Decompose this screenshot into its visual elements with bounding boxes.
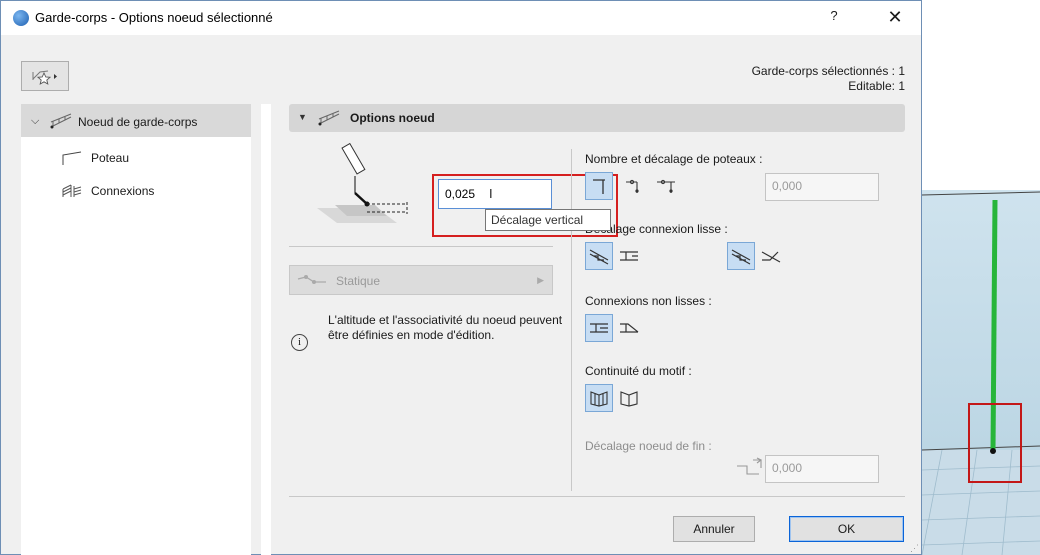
posts-offset-button[interactable] bbox=[619, 172, 647, 200]
static-dropdown[interactable]: Statique ▶ bbox=[289, 265, 553, 295]
divider bbox=[289, 246, 553, 247]
vertical-offset-tooltip: Décalage vertical bbox=[485, 209, 611, 231]
end-offset-icon bbox=[737, 457, 763, 475]
ok-button[interactable]: OK bbox=[789, 516, 904, 542]
divider bbox=[571, 149, 572, 491]
smooth-stair-icon bbox=[731, 249, 751, 265]
single-post-icon bbox=[593, 179, 605, 194]
chevron-down-icon[interactable]: ⌵ bbox=[31, 115, 39, 128]
railing-node-icon bbox=[317, 110, 341, 129]
selection-summary: Garde-corps sélectionnés : 1 Editable: 1 bbox=[752, 64, 905, 94]
non-smooth-option-1-button[interactable] bbox=[585, 314, 613, 342]
pattern-restart-icon bbox=[620, 391, 638, 407]
posts-label: Nombre et décalage de poteaux : bbox=[585, 152, 763, 166]
window-title: Garde-corps - Options noeud sélectionné bbox=[35, 10, 273, 25]
pattern-restart-button[interactable] bbox=[615, 384, 643, 412]
selected-count: Garde-corps sélectionnés : 1 bbox=[751, 64, 905, 78]
arrow-right-icon: ▶ bbox=[537, 275, 544, 285]
node-options-panel: ▼ Options noeud I Statique ▶ i bbox=[271, 104, 921, 555]
smooth-option-3-button[interactable] bbox=[727, 242, 755, 270]
railing-node-icon bbox=[49, 113, 73, 132]
close-button[interactable]: ✕ bbox=[877, 5, 913, 31]
smooth-option-2-button[interactable] bbox=[615, 242, 643, 270]
favorites-star-icon bbox=[32, 70, 57, 85]
help-button[interactable]: ? bbox=[819, 8, 849, 28]
resize-grip-icon[interactable]: ⋰ bbox=[910, 543, 919, 554]
pattern-continuous-button[interactable] bbox=[585, 384, 613, 412]
panel-splitter[interactable] bbox=[261, 104, 271, 555]
connections-icon bbox=[61, 183, 83, 202]
posts-double-offset-button[interactable] bbox=[653, 172, 681, 200]
non-smooth-option-2-button[interactable] bbox=[615, 314, 643, 342]
tree-item-label: Noeud de garde-corps bbox=[78, 115, 198, 129]
offset-post-icon bbox=[626, 179, 639, 193]
smooth-step-icon bbox=[620, 251, 638, 261]
options-dialog: Garde-corps - Options noeud sélectionné … bbox=[0, 0, 922, 555]
divider bbox=[289, 496, 905, 497]
double-offset-post-icon bbox=[657, 179, 675, 193]
non-smooth-slope-icon bbox=[620, 323, 639, 333]
title-bar: Garde-corps - Options noeud sélectionné … bbox=[1, 1, 921, 35]
cancel-button[interactable]: Annuler bbox=[673, 516, 755, 542]
non-smooth-connection-label: Connexions non lisses : bbox=[585, 294, 712, 308]
options-column: Nombre et décalage de poteaux : 0,000 Dé… bbox=[585, 104, 905, 504]
non-smooth-stair-icon bbox=[590, 323, 608, 333]
static-node-icon bbox=[296, 273, 330, 290]
editable-count: Editable: 1 bbox=[848, 79, 905, 93]
static-label: Statique bbox=[336, 274, 381, 288]
posts-offset-field[interactable]: 0,000 bbox=[765, 173, 879, 201]
favorites-button[interactable] bbox=[21, 61, 69, 91]
info-icon: i bbox=[291, 334, 308, 351]
end-node-offset-label: Décalage noeud de fin : bbox=[585, 439, 712, 453]
collapse-triangle-icon[interactable]: ▼ bbox=[298, 112, 307, 122]
smooth-option-1-button[interactable] bbox=[585, 242, 613, 270]
end-node-offset-field[interactable]: 0,000 bbox=[765, 455, 879, 483]
archicad-app-icon bbox=[13, 10, 29, 26]
post-icon bbox=[61, 150, 83, 169]
tree-item-label: Connexions bbox=[91, 184, 155, 198]
smooth-option-4-button[interactable] bbox=[757, 242, 785, 270]
info-text: L'altitude et l'associativité du noeud p… bbox=[328, 313, 563, 342]
smooth-slope-icon bbox=[761, 251, 781, 263]
tree-item-label: Poteau bbox=[91, 151, 130, 165]
settings-tree: ⌵ Noeud de garde-corps Poteau Connexions bbox=[21, 104, 251, 555]
smooth-stair-icon bbox=[589, 249, 609, 265]
node-offset-illustration bbox=[317, 142, 408, 223]
posts-single-button[interactable] bbox=[585, 172, 613, 200]
pattern-continuity-label: Continuité du motif : bbox=[585, 364, 692, 378]
pattern-continuous-icon bbox=[590, 391, 608, 407]
tree-item-railing-node[interactable]: ⌵ Noeud de garde-corps bbox=[21, 104, 251, 137]
viewport-highlight-frame bbox=[968, 403, 1022, 483]
panel-title: Options noeud bbox=[350, 111, 435, 125]
